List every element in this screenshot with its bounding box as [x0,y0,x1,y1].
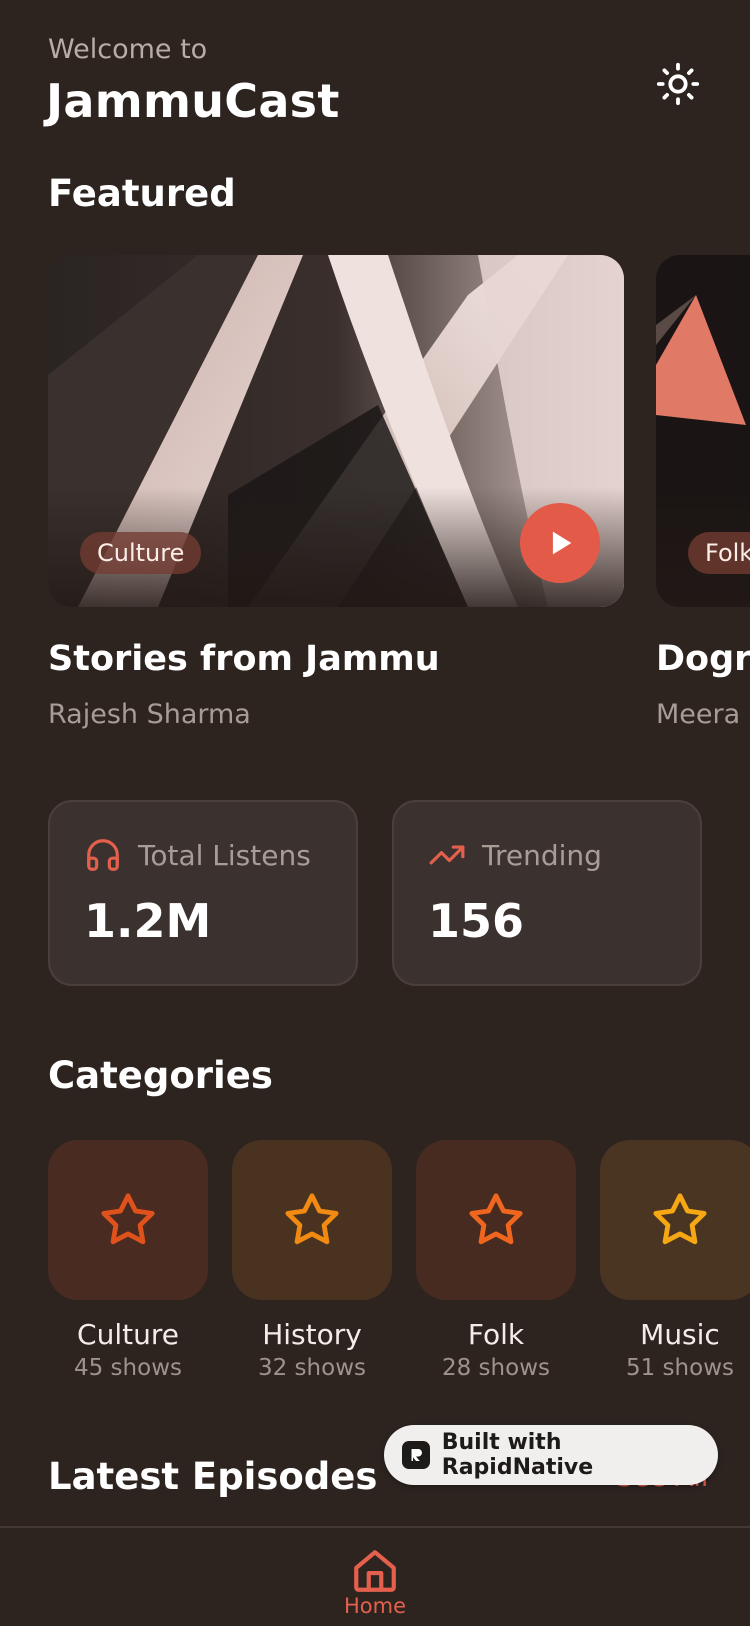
category-tile [48,1140,208,1300]
category-count: 28 shows [441,1355,550,1381]
category-item-history[interactable]: History 32 shows [232,1140,392,1381]
featured-author: Rajesh Sharma [48,699,251,730]
rapidnative-logo-icon [402,1441,430,1469]
built-with-text: Built with RapidNative [441,1430,594,1480]
featured-card[interactable]: Folk Dogri Meera [656,255,750,730]
categories-carousel[interactable]: Culture 45 shows History 32 shows Folk 2… [0,1140,750,1390]
category-count: 45 shows [73,1355,182,1381]
play-button[interactable] [520,503,600,583]
category-tile [232,1140,392,1300]
category-name: History [262,1318,362,1351]
latest-episodes-title: Latest Episodes [48,1455,378,1498]
category-count: 32 shows [257,1355,366,1381]
featured-card[interactable]: Culture Stories from Jammu Rajesh Sharma [48,255,624,730]
stat-value: 156 [428,894,525,948]
star-icon [469,1193,523,1245]
bottom-navigation: Home [0,1526,750,1626]
category-item-folk[interactable]: Folk 28 shows [416,1140,576,1381]
category-tile [600,1140,750,1300]
star-icon [653,1193,707,1245]
category-count: 51 shows [625,1355,734,1381]
category-tile [416,1140,576,1300]
category-name: Folk [467,1318,525,1351]
featured-cover-image: Culture [48,255,624,607]
featured-title: Stories from Jammu [48,639,440,679]
total-listens-card: Total Listens 1.2M [48,800,358,986]
category-item-music[interactable]: Music 51 shows [600,1140,750,1381]
nav-home-label: Home [343,1594,406,1618]
categories-section-title: Categories [48,1054,273,1097]
play-icon [552,531,572,555]
star-icon [285,1193,339,1245]
category-item-culture[interactable]: Culture 45 shows [48,1140,208,1381]
star-icon [101,1193,155,1245]
featured-carousel[interactable]: Culture Stories from Jammu Rajesh Sharma… [0,255,750,745]
trending-up-icon [429,845,465,865]
theme-toggle-button[interactable] [650,56,706,112]
featured-title: Dogri [656,639,750,679]
nav-home-tab[interactable]: Home [325,1528,425,1626]
built-with-badge[interactable]: Built with RapidNative [384,1425,718,1485]
trending-card: Trending 156 [392,800,702,986]
sun-icon [656,62,700,106]
stat-value: 1.2M [84,894,212,948]
stat-label: Trending [482,838,602,872]
category-tag: Folk [688,532,750,574]
welcome-text: Welcome to [48,34,208,65]
category-name: Music [640,1318,720,1351]
category-name: Culture [77,1318,179,1351]
category-tag: Culture [80,532,202,574]
featured-cover-image: Folk [656,255,750,607]
headphones-icon [87,839,119,871]
featured-author: Meera [656,699,741,730]
featured-section-title: Featured [48,172,236,215]
stat-label: Total Listens [138,838,311,872]
app-title: JammuCast [46,74,340,128]
home-icon [354,1550,396,1592]
